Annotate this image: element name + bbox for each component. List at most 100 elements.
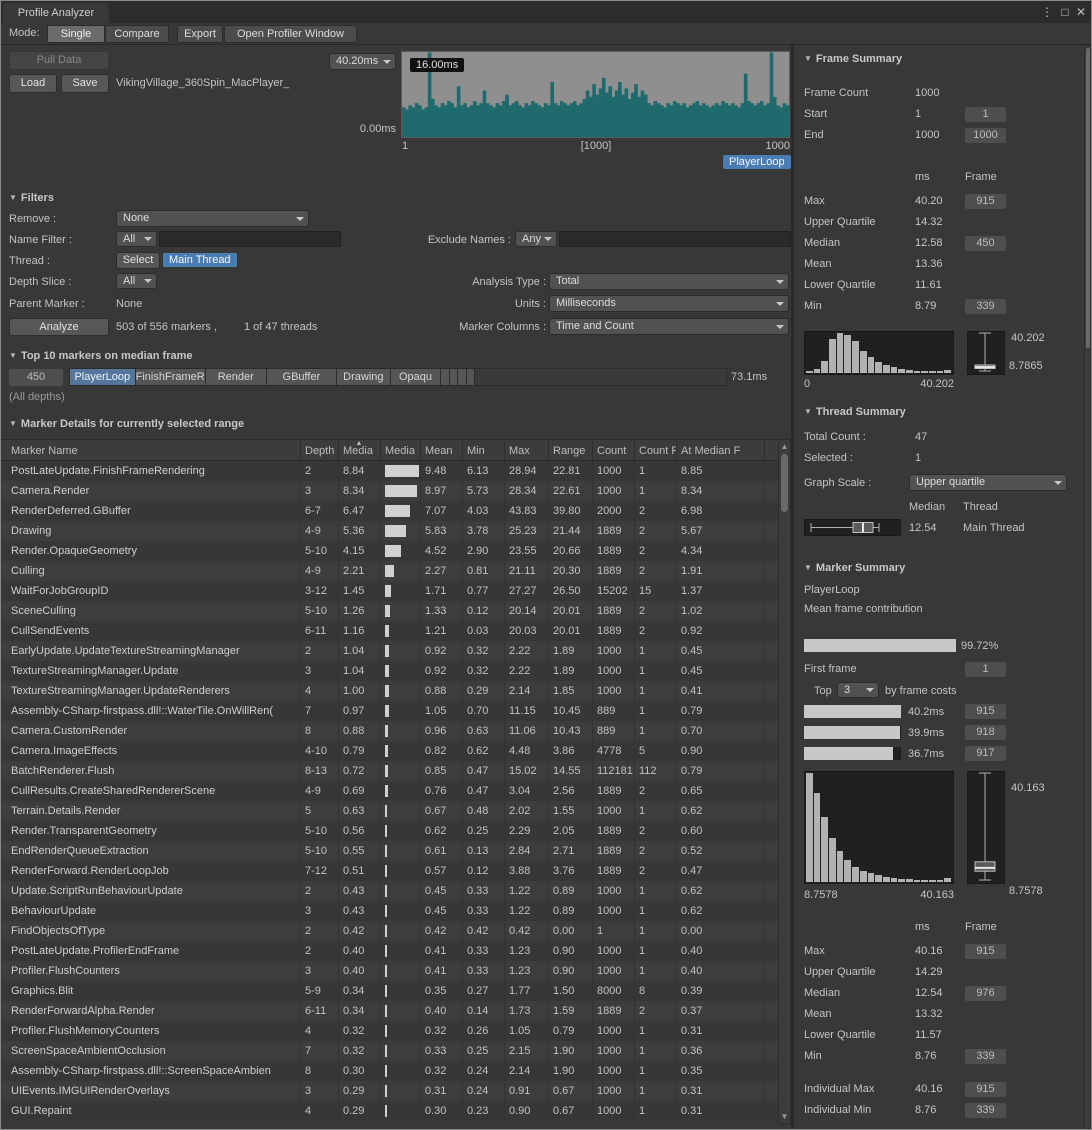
top10-segment[interactable] — [441, 369, 450, 385]
marker-columns-dropdown[interactable]: Time and Count — [549, 318, 789, 335]
frame-time-graph[interactable]: 16.00ms — [401, 51, 790, 138]
table-row[interactable]: Assembly-CSharp-firstpass.dll!::ScreenSp… — [1, 1061, 778, 1081]
table-row[interactable]: RenderDeferred.GBuffer6-76.477.074.0343.… — [1, 501, 778, 521]
start-frame-chip[interactable]: 1 — [965, 107, 1006, 122]
mode-single-button[interactable]: Single — [47, 25, 105, 43]
top-count-dropdown[interactable]: 3 — [837, 682, 879, 698]
frame-chip[interactable]: 917 — [965, 746, 1006, 761]
end-frame-chip[interactable]: 1000 — [965, 128, 1006, 143]
filters-header[interactable]: ▼Filters — [9, 192, 54, 204]
column-header-1-depth[interactable]: Depth — [301, 440, 339, 460]
name-filter-input[interactable] — [159, 231, 341, 247]
graph-scale-dropdown-thread[interactable]: Upper quartile — [909, 474, 1067, 491]
frame-summary-header[interactable]: ▼Frame Summary — [804, 53, 902, 65]
top10-segment-finishframer[interactable]: FinishFrameR — [136, 369, 206, 385]
name-filter-dropdown[interactable]: All — [116, 231, 157, 247]
maximize-icon[interactable]: □ — [1057, 3, 1073, 21]
selected-marker-chip[interactable]: PlayerLoop — [723, 155, 791, 169]
save-button[interactable]: Save — [61, 74, 109, 93]
frame-chip[interactable]: 915 — [965, 1082, 1006, 1097]
tab-profile-analyzer[interactable]: Profile Analyzer — [3, 3, 109, 23]
table-row[interactable]: Graphics.Blit5-90.340.350.271.771.508000… — [1, 981, 778, 1001]
menu-icon[interactable]: ⋮ — [1039, 3, 1055, 21]
graph-scale-dropdown[interactable]: 40.20ms — [329, 53, 396, 70]
table-row[interactable]: GUI.Repaint40.290.300.230.900.67100010.3… — [1, 1101, 778, 1121]
table-row[interactable]: BehaviourUpdate30.430.450.331.220.891000… — [1, 901, 778, 921]
frame-chip[interactable]: 915 — [965, 704, 1006, 719]
table-row[interactable]: RenderForwardAlpha.Render6-110.340.400.1… — [1, 1001, 778, 1021]
right-panel-scrollbar-thumb[interactable] — [1086, 48, 1090, 348]
table-row[interactable]: PostLateUpdate.FinishFrameRendering28.84… — [1, 461, 778, 481]
table-row[interactable]: Drawing4-95.365.833.7825.2321.44188925.6… — [1, 521, 778, 541]
table-scrollbar[interactable]: ▲ ▼ — [778, 439, 791, 1124]
column-header-5-min[interactable]: Min — [463, 440, 505, 460]
exclude-names-input[interactable] — [559, 231, 791, 247]
scroll-up-icon[interactable]: ▲ — [779, 442, 790, 451]
open-profiler-window-button[interactable]: Open Profiler Window — [224, 25, 357, 43]
top10-segment-drawing[interactable]: Drawing — [337, 369, 391, 385]
table-row[interactable]: Terrain.Details.Render50.630.670.482.021… — [1, 801, 778, 821]
depth-slice-dropdown[interactable]: All — [116, 273, 157, 289]
table-row[interactable]: TextureStreamingManager.Update31.040.920… — [1, 661, 778, 681]
right-panel-scrollbar[interactable] — [1084, 45, 1091, 1129]
scroll-down-icon[interactable]: ▼ — [779, 1112, 790, 1121]
table-row[interactable]: EndRenderQueueExtraction5-100.550.610.13… — [1, 841, 778, 861]
column-header-4-mean[interactable]: Mean — [421, 440, 463, 460]
marker-summary-header[interactable]: ▼Marker Summary — [804, 562, 905, 574]
table-row[interactable]: Profiler.FlushCounters30.400.410.331.230… — [1, 961, 778, 981]
column-header-0-marker-name[interactable]: Marker Name — [1, 440, 301, 460]
table-row[interactable]: Update.ScriptRunBehaviourUpdate20.430.45… — [1, 881, 778, 901]
frame-chip[interactable]: 918 — [965, 725, 1006, 740]
table-row[interactable]: UIEvents.IMGUIRenderOverlays30.290.310.2… — [1, 1081, 778, 1101]
top10-bar[interactable]: PlayerLoopFinishFrameRRenderGBufferDrawi… — [69, 368, 727, 386]
frame-chip[interactable]: 339 — [965, 1049, 1006, 1064]
table-row[interactable]: Culling4-92.212.270.8121.1120.30188921.9… — [1, 561, 778, 581]
table-row[interactable]: Render.OpaqueGeometry5-104.154.522.9023.… — [1, 541, 778, 561]
table-row[interactable]: Render.TransparentGeometry5-100.560.620.… — [1, 821, 778, 841]
frame-chip[interactable]: 339 — [965, 1103, 1006, 1118]
table-row[interactable]: RenderForward.RenderLoopJob7-120.510.570… — [1, 861, 778, 881]
frame-chip[interactable]: 915 — [965, 194, 1006, 209]
frame-chip[interactable]: 915 — [965, 944, 1006, 959]
mode-compare-button[interactable]: Compare — [105, 25, 169, 43]
table-row[interactable]: CullResults.CreateSharedRendererScene4-9… — [1, 781, 778, 801]
top10-segment-opaqu[interactable]: Opaqu — [391, 369, 442, 385]
marker-details-header[interactable]: ▼Marker Details for currently selected r… — [9, 418, 244, 430]
table-row[interactable]: Camera.CustomRender80.880.960.6311.0610.… — [1, 721, 778, 741]
table-row[interactable]: WaitForJobGroupID3-121.451.710.7727.2726… — [1, 581, 778, 601]
thread-value-chip[interactable]: Main Thread — [163, 253, 237, 267]
table-row[interactable]: PostLateUpdate.ProfilerEndFrame20.400.41… — [1, 941, 778, 961]
exclude-dropdown[interactable]: Any — [515, 231, 557, 247]
first-frame-chip[interactable]: 1 — [965, 662, 1006, 677]
top10-segment[interactable] — [450, 369, 459, 385]
column-header-7-range[interactable]: Range — [549, 440, 593, 460]
table-row[interactable]: Camera.ImageEffects4-100.790.820.624.483… — [1, 741, 778, 761]
close-icon[interactable]: ✕ — [1073, 3, 1089, 21]
analysis-type-dropdown[interactable]: Total — [549, 273, 789, 290]
table-row[interactable]: EarlyUpdate.UpdateTextureStreamingManage… — [1, 641, 778, 661]
table-row[interactable]: TextureStreamingManager.UpdateRenderers4… — [1, 681, 778, 701]
table-scrollbar-thumb[interactable] — [781, 454, 788, 512]
column-header-9-count-fra[interactable]: Count Fra — [635, 440, 677, 460]
column-header-3-media[interactable]: Media — [381, 440, 421, 460]
table-row[interactable]: Profiler.FlushMemoryCounters40.320.320.2… — [1, 1021, 778, 1041]
export-button[interactable]: Export — [177, 25, 223, 43]
column-header-2-media[interactable]: ▲Media — [339, 440, 381, 460]
table-row[interactable]: Camera.Render38.348.975.7328.3422.611000… — [1, 481, 778, 501]
column-header-6-max[interactable]: Max — [505, 440, 549, 460]
load-button[interactable]: Load — [9, 74, 57, 93]
table-row[interactable]: FindObjectsOfType20.420.420.420.420.0011… — [1, 921, 778, 941]
table-row[interactable]: Assembly-CSharp-firstpass.dll!::WaterTil… — [1, 701, 778, 721]
top10-segment-playerloop[interactable]: PlayerLoop — [70, 369, 136, 385]
top10-segment[interactable] — [458, 369, 467, 385]
table-row[interactable]: BatchRenderer.Flush8-130.720.850.4715.02… — [1, 761, 778, 781]
top10-segment-render[interactable]: Render — [206, 369, 267, 385]
top10-segment-gbuffer[interactable]: GBuffer — [267, 369, 337, 385]
frame-chip[interactable]: 976 — [965, 986, 1006, 1001]
frame-chip[interactable]: 339 — [965, 299, 1006, 314]
column-header-10-at-median-f[interactable]: At Median F — [677, 440, 765, 460]
thread-summary-header[interactable]: ▼Thread Summary — [804, 406, 906, 418]
thread-select-button[interactable]: Select — [116, 252, 160, 269]
column-header-8-count[interactable]: Count — [593, 440, 635, 460]
top10-segment[interactable] — [467, 369, 476, 385]
